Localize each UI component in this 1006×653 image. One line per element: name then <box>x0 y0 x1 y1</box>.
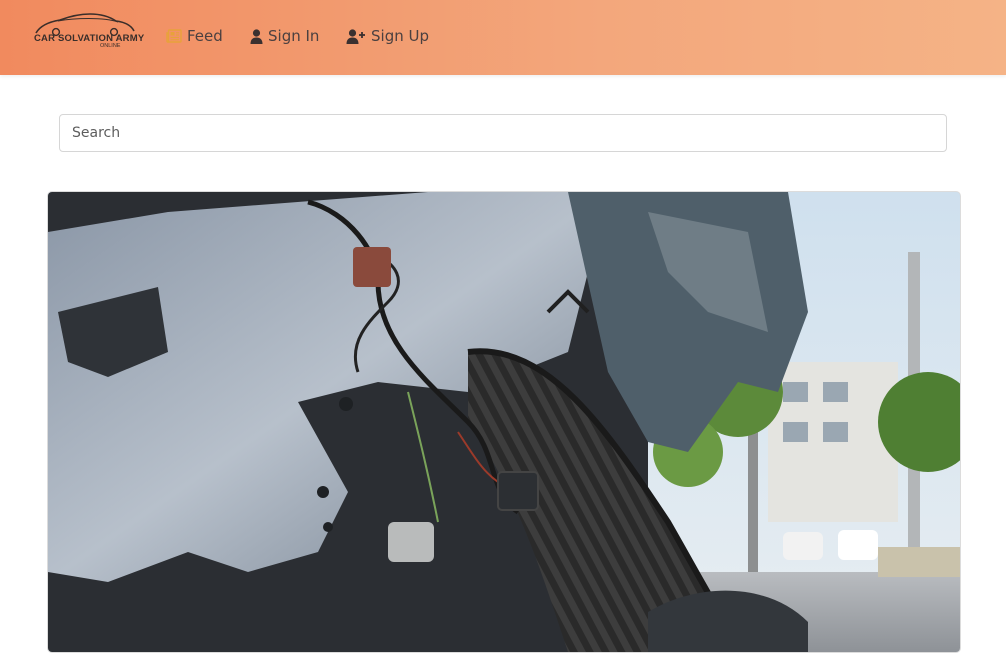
nav-signup-link[interactable]: Sign Up <box>346 25 429 47</box>
newspaper-icon <box>166 29 182 43</box>
nav-feed-label: Feed <box>187 27 223 45</box>
brand-name: CAR SOLVATION ARMY <box>34 33 145 44</box>
brand-sub: ONLINE <box>100 43 121 49</box>
nav-signup-label: Sign Up <box>371 27 429 45</box>
search-bar <box>59 114 947 152</box>
user-plus-icon <box>346 28 365 44</box>
wrecked-car-tire-photo <box>48 192 960 652</box>
feed-card[interactable] <box>47 191 961 653</box>
navbar: CAR SOLVATION ARMY ONLINE Feed Sign In S… <box>0 0 1006 75</box>
nav-feed-link[interactable]: Feed <box>166 25 223 47</box>
nav-signin-label: Sign In <box>268 27 320 45</box>
brand-logo[interactable]: CAR SOLVATION ARMY ONLINE <box>34 11 144 51</box>
search-input[interactable] <box>59 114 947 152</box>
nav-signin-link[interactable]: Sign In <box>250 25 319 47</box>
user-icon <box>250 28 263 44</box>
